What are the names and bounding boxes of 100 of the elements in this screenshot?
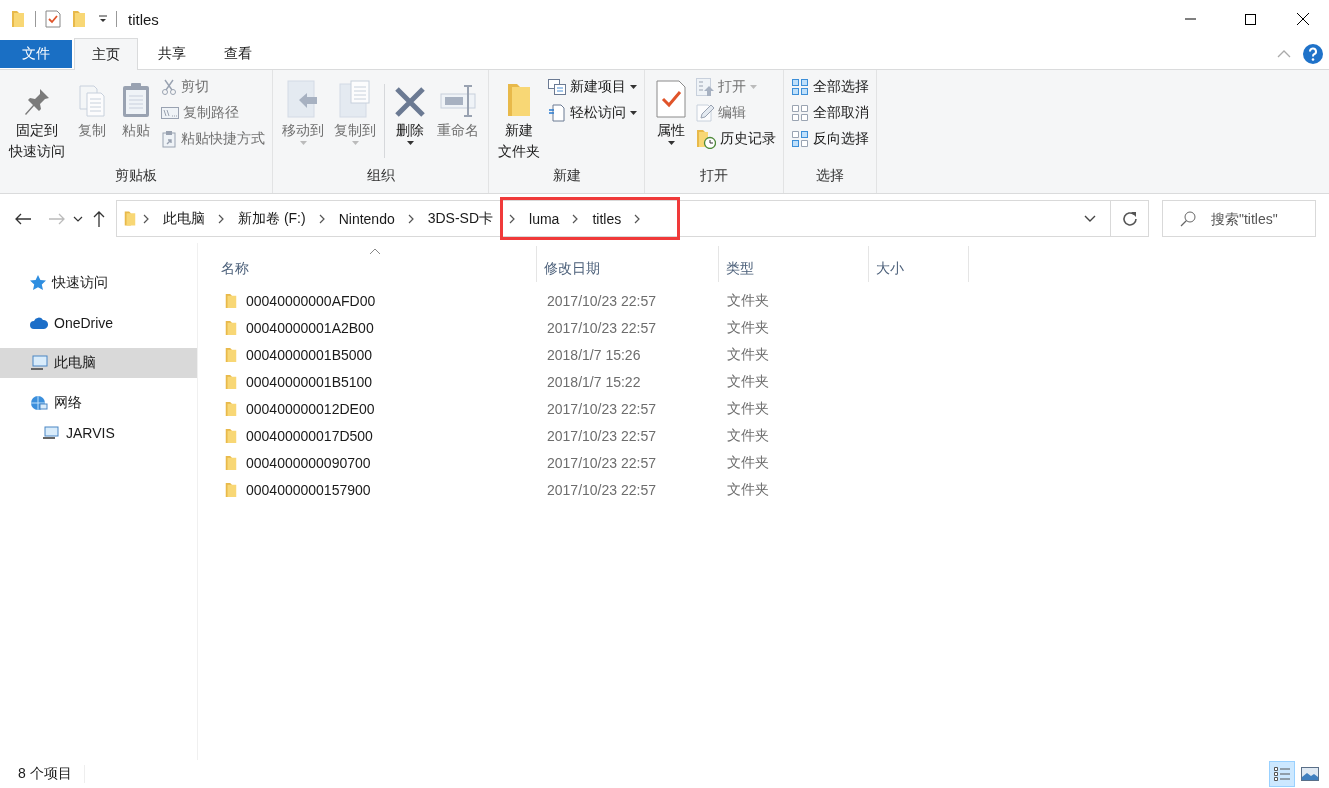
column-header[interactable]: 类型 (719, 246, 869, 282)
customize-caret-icon[interactable] (99, 15, 107, 23)
up-arrow-icon (93, 210, 105, 227)
forward-arrow-icon (49, 212, 65, 225)
shortcut-icon (161, 130, 177, 148)
properties-icon (656, 80, 686, 118)
ribbon-button[interactable]: 轻松访问 (545, 102, 640, 124)
file-item[interactable]: 00040000001B5000 (214, 346, 537, 363)
ribbon-button[interactable]: 历史记录 (693, 128, 779, 150)
file-name: 0004000000157900 (246, 481, 371, 498)
folder-icon (224, 481, 238, 498)
navigation-label: OneDrive (54, 315, 114, 331)
copy-icon (77, 84, 107, 118)
breadcrumb[interactable]: titles (585, 210, 629, 227)
file-item[interactable]: 000400000012DE00 (214, 400, 537, 417)
details-view-icon (1273, 766, 1291, 782)
folder-icon (123, 210, 137, 227)
maximize-icon (1244, 13, 1256, 25)
address-bar[interactable]: 此电脑 新加卷 (F:) Nintendo 3DS-SD卡 luma titles (116, 200, 1149, 237)
network-icon (30, 395, 48, 411)
column-header[interactable]: 修改日期 (537, 246, 719, 282)
ribbon-button[interactable]: 反向选择 (788, 128, 872, 150)
ribbon-button[interactable]: 新建 文件夹 (493, 76, 545, 164)
ribbon-button[interactable]: 固定到 快速访问 (4, 76, 70, 164)
edit-icon (696, 104, 714, 122)
new-item-icon (548, 79, 566, 95)
computer-icon (30, 355, 48, 371)
breadcrumb[interactable]: luma (522, 210, 567, 227)
picture-icon (1301, 767, 1319, 781)
file-name: 000400000017D500 (246, 427, 373, 444)
folder-icon (224, 346, 238, 363)
chevron-down-icon (1084, 215, 1096, 222)
file-type: 文件夹 (726, 291, 770, 310)
file-item[interactable]: 000400000017D500 (214, 427, 537, 444)
file-type: 文件夹 (726, 480, 770, 499)
modified-date: 2017/10/23 22:57 (546, 481, 657, 498)
ribbon-button[interactable]: 全部取消 (788, 102, 872, 124)
search-field[interactable]: 搜索"titles" (1162, 200, 1316, 237)
help-icon[interactable] (1303, 43, 1323, 64)
history-icon (696, 129, 716, 149)
folder-icon (506, 82, 532, 118)
ribbon-button[interactable]: 删除 (388, 76, 432, 147)
ribbon-button[interactable]: 属性 (649, 76, 693, 147)
column-header[interactable]: 名称 (214, 246, 537, 282)
modified-date: 2018/1/7 15:22 (546, 373, 642, 390)
breadcrumb[interactable]: 3DS-SD卡 (420, 209, 501, 228)
ribbon-button[interactable]: 全部选择 (788, 76, 872, 98)
minimize-icon (1184, 18, 1196, 20)
navigation-item[interactable]: 此电脑 (0, 348, 197, 378)
invert-selection-icon (791, 130, 809, 148)
open-icon (696, 78, 714, 96)
file-item[interactable]: 0004000000090700 (214, 454, 537, 471)
ribbon-tab[interactable]: 查看 (206, 38, 270, 69)
ribbon-tab[interactable]: 共享 (140, 38, 204, 69)
move-to-icon (287, 80, 319, 118)
folder-icon (10, 10, 26, 28)
search-icon (1180, 211, 1196, 227)
modified-date: 2017/10/23 22:57 (546, 454, 657, 471)
navigation-item[interactable]: JARVIS (0, 418, 197, 448)
scissors-icon (161, 79, 177, 95)
rename-icon (440, 84, 476, 118)
file-type: 文件夹 (726, 318, 770, 337)
navigation-item[interactable]: OneDrive (0, 308, 197, 338)
file-type: 文件夹 (726, 426, 770, 445)
group-label: 组织 (365, 167, 396, 185)
folder-icon (224, 454, 238, 471)
file-item[interactable]: 0004000000157900 (214, 481, 537, 498)
cloud-icon (30, 317, 48, 329)
ribbon-button[interactable]: 新建项目 (545, 76, 640, 98)
modified-date: 2017/10/23 22:57 (546, 292, 657, 309)
item-count: 8 个项目 (18, 765, 85, 783)
file-type: 文件夹 (726, 453, 770, 472)
navigation-item[interactable]: 网络 (0, 388, 197, 418)
navigation-label: 快速访问 (52, 274, 108, 292)
modified-date: 2017/10/23 22:57 (546, 427, 657, 444)
breadcrumb[interactable]: 此电脑 (156, 209, 212, 228)
star-icon (30, 275, 46, 291)
navigation-label: JARVIS (66, 425, 115, 441)
folder-icon (224, 400, 238, 417)
properties-icon[interactable] (45, 10, 61, 28)
delete-icon (394, 86, 426, 118)
file-type: 文件夹 (726, 399, 770, 418)
ribbon-tab[interactable]: 文件 (0, 40, 72, 68)
breadcrumb[interactable]: Nintendo (331, 210, 402, 227)
details-view-button[interactable] (1269, 761, 1295, 787)
navigation-item[interactable]: 快速访问 (0, 268, 197, 298)
folder-icon (224, 292, 238, 309)
file-item[interactable]: 00040000001A2B00 (214, 319, 537, 336)
breadcrumb[interactable]: 新加卷 (F:) (231, 209, 313, 228)
file-item[interactable]: 00040000000AFD00 (214, 292, 537, 309)
folder-icon (224, 319, 238, 336)
column-header[interactable]: 大小 (869, 246, 969, 282)
chevron-down-icon (73, 215, 83, 222)
modified-date: 2018/1/7 15:26 (546, 346, 642, 363)
ribbon-tab[interactable]: 主页 (74, 38, 138, 70)
select-none-icon (791, 104, 809, 122)
file-item[interactable]: 00040000001B5100 (214, 373, 537, 390)
file-name: 00040000000AFD00 (246, 292, 376, 309)
navigation-label: 网络 (54, 394, 82, 412)
back-arrow-icon (15, 212, 31, 225)
